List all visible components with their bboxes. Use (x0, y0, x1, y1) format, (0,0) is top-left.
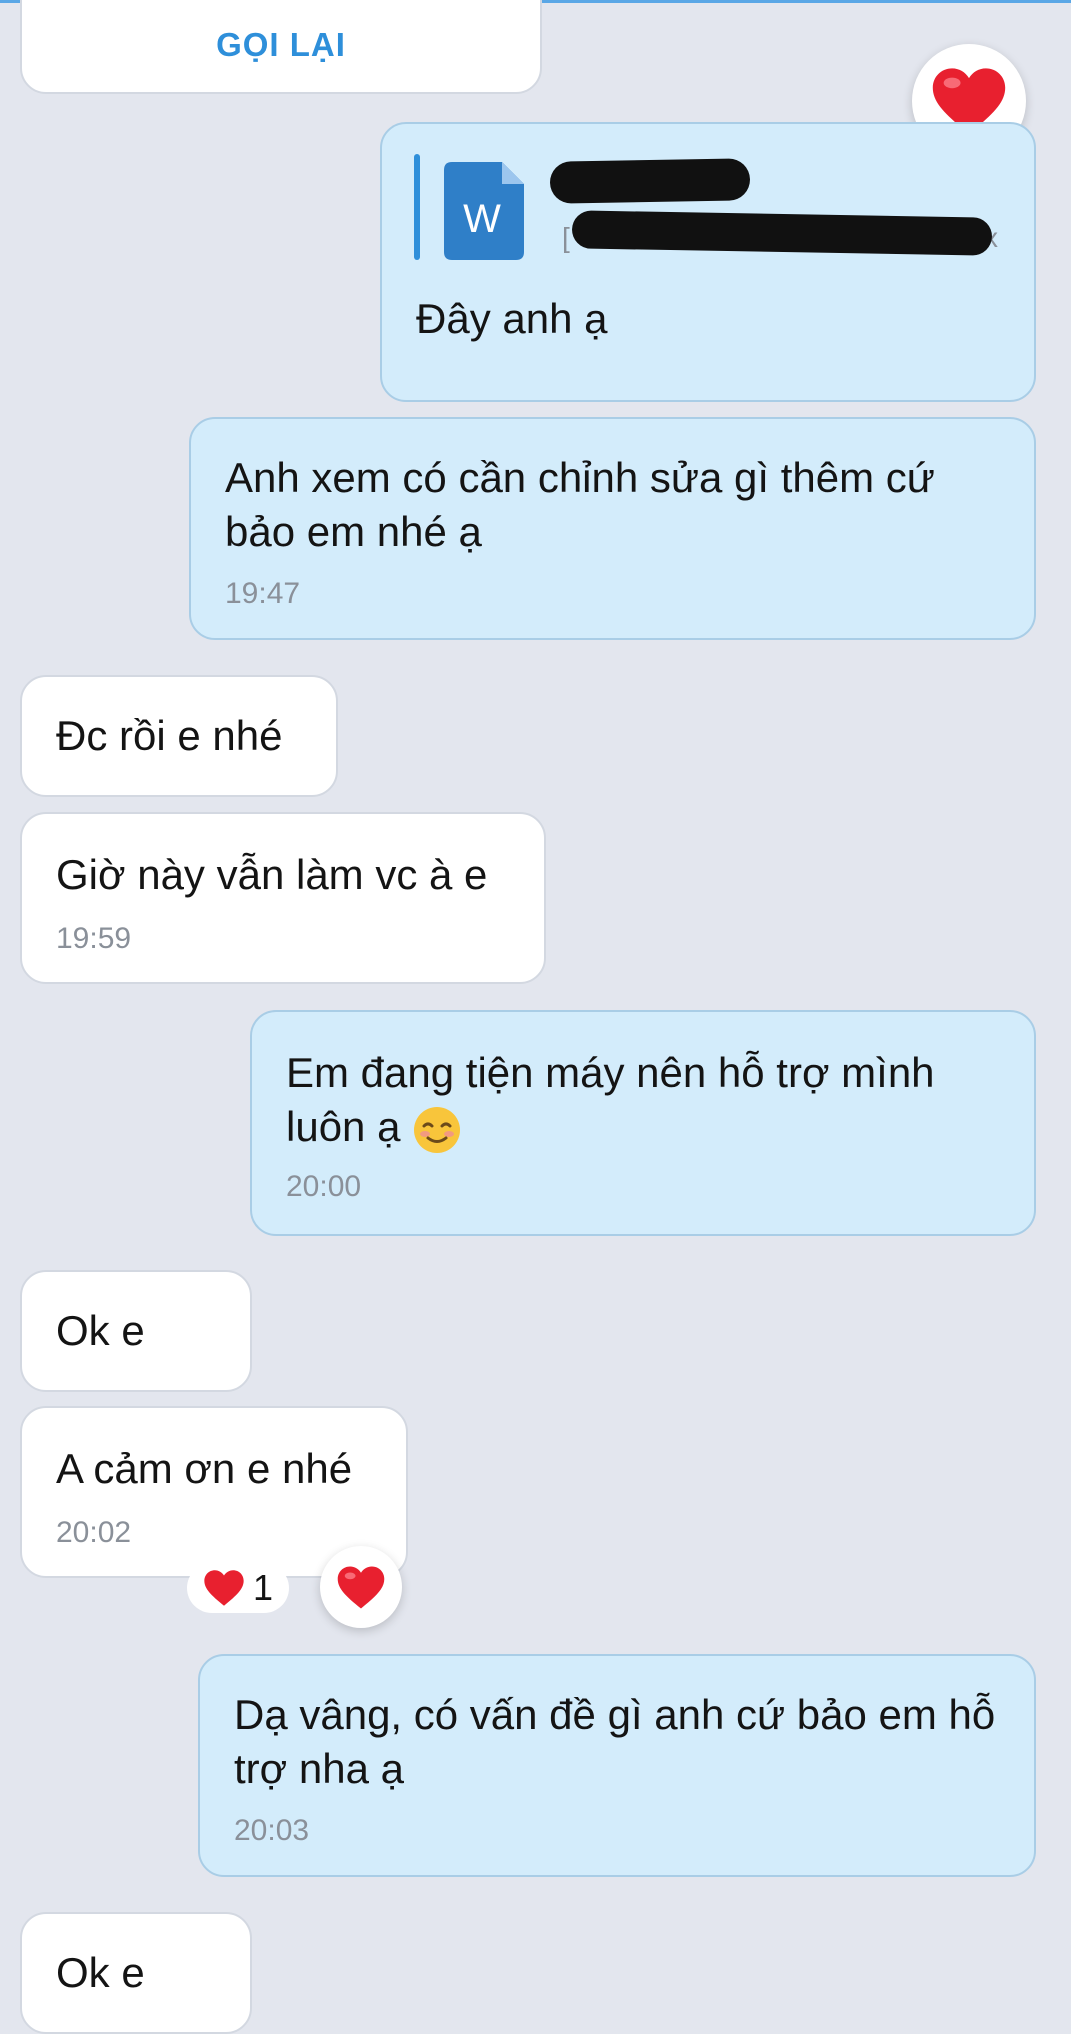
add-reaction-button[interactable] (320, 1546, 402, 1628)
message-text: A cảm ơn e nhé (56, 1445, 353, 1492)
message-text: Em đang tiện máy nên hỗ trợ mình luôn ạ (286, 1046, 994, 1155)
message-bubble-outgoing[interactable]: Em đang tiện máy nên hỗ trợ mình luôn ạ … (250, 1010, 1036, 1236)
heart-icon (337, 1566, 385, 1608)
call-back-button[interactable]: GỌI LẠI (22, 26, 540, 64)
svg-text:W: W (463, 197, 501, 241)
reaction-count: 1 (252, 1567, 274, 1608)
file-name-hint: [ (562, 222, 570, 253)
file-message-bubble[interactable]: W [ cx Đây anh ạ (380, 122, 1036, 402)
file-quote-bar (414, 154, 420, 260)
heart-icon (204, 1570, 244, 1606)
message-time: 20:02 (56, 1516, 132, 1549)
message-bubble-incoming[interactable]: Ok e (20, 1912, 252, 2034)
message-text: Ok e (56, 1949, 145, 1996)
message-time: 19:59 (56, 922, 132, 955)
reaction-count-pill[interactable]: 1 (187, 1563, 289, 1613)
message-text: Anh xem có cần chỉnh sửa gì thêm cứ bảo … (225, 454, 935, 555)
message-text: Đc rồi e nhé (56, 712, 283, 759)
smiling-face-emoji-icon (414, 1106, 461, 1153)
message-bubble-outgoing[interactable]: Dạ vâng, có vấn đề gì anh cứ bảo em hỗ t… (198, 1654, 1036, 1877)
call-back-card: GỌI LẠI (20, 0, 542, 94)
message-time: 20:03 (234, 1814, 310, 1847)
word-document-icon[interactable]: W (444, 162, 524, 260)
message-bubble-incoming[interactable]: Giờ này vẫn làm vc à e 19:59 (20, 812, 546, 984)
message-bubble-outgoing[interactable]: Anh xem có cần chỉnh sửa gì thêm cứ bảo … (189, 417, 1036, 640)
message-text: Dạ vâng, có vấn đề gì anh cứ bảo em hỗ t… (234, 1691, 996, 1792)
message-text: Đây anh ạ (416, 295, 608, 342)
message-bubble-incoming[interactable]: Ok e (20, 1270, 252, 1392)
message-text-content: Em đang tiện máy nên hỗ trợ mình luôn ạ (286, 1049, 935, 1150)
message-text: Ok e (56, 1307, 145, 1354)
message-bubble-incoming[interactable]: Đc rồi e nhé (20, 675, 338, 797)
redacted-file-name (549, 158, 751, 204)
message-text: Giờ này vẫn làm vc à e (56, 851, 488, 898)
message-time: 19:47 (225, 577, 301, 610)
message-time: 20:00 (286, 1170, 362, 1203)
redacted-file-info (571, 210, 993, 256)
